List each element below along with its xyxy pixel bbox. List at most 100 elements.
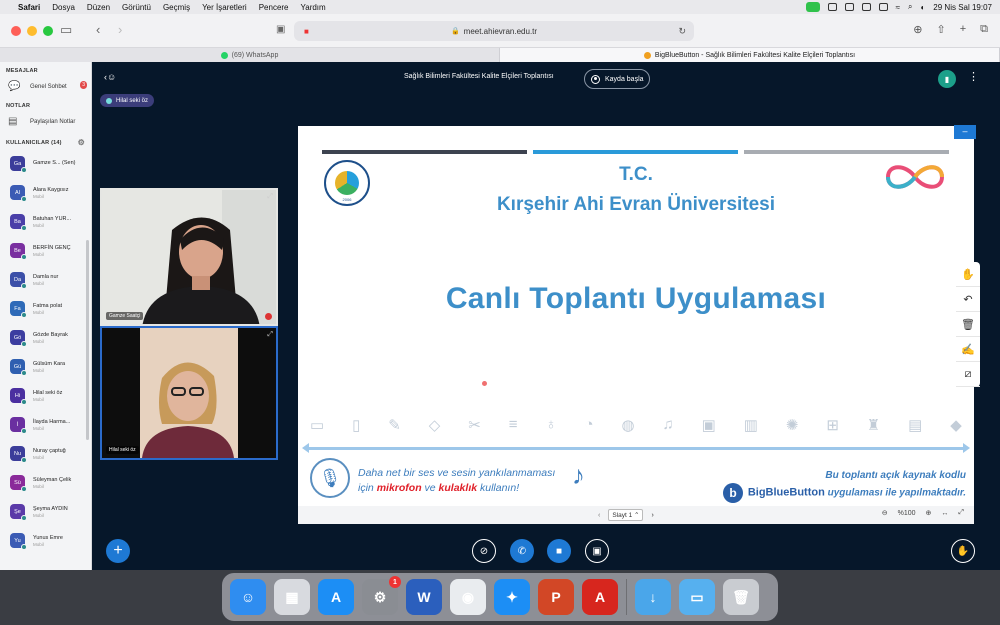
- leave-audio-button[interactable]: ✆: [510, 539, 534, 563]
- avatar: Hi: [10, 388, 27, 405]
- downloads-folder-icon[interactable]: ↓: [635, 579, 671, 615]
- expand-webcam-icon[interactable]: ⤢: [267, 331, 273, 339]
- education-icons-row: ▭ ▯ ✎ ◇ ✂ ≡ ♁ ◔ ◍ ♫ ▣ ▥ ✺ ⊞ ♜ ▤ ◆: [310, 416, 962, 434]
- menu-goruntu[interactable]: Görüntü: [122, 3, 151, 12]
- webcam-tile-hilal[interactable]: ⤢ Hilal seki öz: [100, 326, 278, 460]
- tab-overview-icon[interactable]: ▣: [276, 24, 285, 35]
- facetime-status-icon[interactable]: [805, 2, 820, 12]
- actions-plus-button[interactable]: +: [106, 539, 130, 563]
- whiteboard-toolbar: ✋ ↶ 🗑 ✍ ⧄: [956, 262, 980, 387]
- user-list-item[interactable]: Be BERFİN GENÇ Mobil: [0, 236, 91, 265]
- reload-icon[interactable]: ↻: [678, 26, 686, 37]
- close-window-button[interactable]: [11, 26, 21, 36]
- menu-safari[interactable]: Safari: [18, 3, 40, 12]
- next-slide-icon[interactable]: ›: [651, 512, 653, 519]
- battery-icon[interactable]: [878, 3, 888, 11]
- mute-microphone-button[interactable]: ⊘: [472, 539, 496, 563]
- shared-notes-item[interactable]: ▤ Paylaşılan Notlar: [0, 111, 91, 132]
- address-bar[interactable]: 🔒 meet.ahievran.edu.tr ■ ↻: [294, 21, 694, 41]
- hand-tool-icon[interactable]: ✋: [956, 262, 980, 287]
- zoom-out-icon[interactable]: ⊖: [882, 509, 888, 517]
- camera-in-use-icon[interactable]: ■: [302, 25, 480, 38]
- acrobat-icon[interactable]: A: [582, 579, 618, 615]
- fit-width-icon[interactable]: ↔: [941, 510, 948, 517]
- undo-icon[interactable]: ↶: [956, 287, 980, 312]
- new-tab-icon[interactable]: +: [960, 23, 966, 36]
- powerpoint-icon[interactable]: P: [538, 579, 574, 615]
- gear-icon[interactable]: ⚙: [78, 138, 85, 147]
- raise-hand-button[interactable]: ✋: [951, 539, 975, 563]
- talking-indicator[interactable]: Hilal seki öz: [100, 94, 155, 107]
- zoom-level[interactable]: %100: [898, 510, 916, 517]
- screen-share-button[interactable]: ▣: [585, 539, 609, 563]
- safari-icon[interactable]: ✦: [494, 579, 530, 615]
- user-list-item[interactable]: Nu Nuray çaptuğ Mobil: [0, 439, 91, 468]
- tab-bigbluebutton[interactable]: BigBlueButton - Sağlık Bilimleri Fakülte…: [500, 48, 1000, 62]
- tab-whatsapp[interactable]: (69) WhatsApp: [0, 48, 500, 62]
- zoom-in-icon[interactable]: ⊕: [926, 509, 932, 517]
- zoom-window-button[interactable]: [43, 26, 53, 36]
- device-icon: [21, 254, 27, 260]
- user-list-item[interactable]: Yu Yunus Emre Mobil: [0, 526, 91, 555]
- download-icon[interactable]: ⊕: [913, 23, 922, 36]
- menu-duzen[interactable]: Düzen: [87, 3, 110, 12]
- menubar-datetime[interactable]: 29 Nis Sal 19:07: [933, 3, 992, 12]
- user-list-item[interactable]: Al Alara Kaygısız Mobil: [0, 178, 91, 207]
- presentation-slide[interactable]: 2006 T.C. Kırşehir Ahi Evran Üniversites…: [298, 126, 974, 506]
- multi-user-whiteboard-icon[interactable]: ✍: [956, 337, 980, 362]
- tabs-icon[interactable]: ⧉: [980, 23, 988, 36]
- control-center-icon[interactable]: ◐: [920, 3, 925, 12]
- minimize-presentation-button[interactable]: –: [954, 125, 976, 139]
- menu-pencere[interactable]: Pencere: [259, 3, 289, 12]
- fullscreen-icon[interactable]: ⤢: [958, 509, 964, 517]
- user-list-item[interactable]: İ İlayda Harma... Mobil: [0, 410, 91, 439]
- user-list-item[interactable]: Gü Gülsüm Kara Mobil: [0, 352, 91, 381]
- search-icon[interactable]: ⌕: [908, 2, 912, 12]
- folder-icon[interactable]: ▭: [679, 579, 715, 615]
- user-list-item[interactable]: Ga Gamze S... (Sen): [0, 149, 91, 178]
- extension-icon[interactable]: [861, 3, 871, 11]
- launchpad-icon[interactable]: ▦: [274, 579, 310, 615]
- screen-icon[interactable]: [827, 3, 837, 11]
- display-icon[interactable]: [844, 3, 854, 11]
- user-list-item[interactable]: Hi Hilal seki öz Mobil: [0, 381, 91, 410]
- sidebar-toggle-icon[interactable]: ▭: [60, 22, 72, 38]
- sidebar-scrollbar[interactable]: [86, 240, 89, 440]
- expand-webcam-icon[interactable]: ⤢: [267, 193, 273, 201]
- notification-badge: 1: [389, 576, 401, 588]
- app-store-icon[interactable]: A: [318, 579, 354, 615]
- menu-gecmis[interactable]: Geçmiş: [163, 3, 190, 12]
- menu-dosya[interactable]: Dosya: [52, 3, 75, 12]
- user-info: Fatma polat Mobil: [33, 303, 62, 315]
- forward-icon[interactable]: ›: [118, 22, 122, 37]
- back-icon[interactable]: ‹: [96, 22, 100, 37]
- slide-select[interactable]: Slayt 1 ⌃: [608, 509, 644, 521]
- menu-yer-isaretleri[interactable]: Yer İşaretleri: [202, 3, 247, 12]
- webcam-tile-gamze[interactable]: ⤢ Gamze Saatçi: [100, 188, 278, 326]
- share-webcam-button[interactable]: ■: [547, 539, 571, 563]
- connection-status-icon[interactable]: ▮: [938, 70, 956, 88]
- microphone-icon: 🎙: [310, 458, 350, 498]
- user-list-item[interactable]: Da Damla nur Mobil: [0, 265, 91, 294]
- menu-yardim[interactable]: Yardım: [301, 3, 326, 12]
- chrome-icon[interactable]: ◉: [450, 579, 486, 615]
- users-toggle-icon[interactable]: ‹☺: [104, 72, 116, 82]
- wifi-icon[interactable]: ≈: [896, 3, 900, 12]
- public-chat-item[interactable]: 💬 Genel Sohbet 3: [0, 76, 91, 97]
- trash-icon[interactable]: 🗑: [956, 312, 980, 337]
- word-icon[interactable]: W: [406, 579, 442, 615]
- record-button[interactable]: Kayda başla: [584, 69, 650, 89]
- system-settings-icon[interactable]: ⚙ 1: [362, 576, 401, 615]
- share-icon[interactable]: ⇧: [936, 23, 945, 36]
- user-list-item[interactable]: Ba Batuhan YUR... Mobil: [0, 207, 91, 236]
- trash-icon[interactable]: 🗑: [723, 579, 759, 615]
- previous-slide-icon[interactable]: ‹: [598, 512, 600, 519]
- finder-icon[interactable]: ☺: [230, 579, 266, 615]
- user-list-item[interactable]: Sü Süleyman Çelik Mobil: [0, 468, 91, 497]
- chart-icon[interactable]: ⧄: [956, 362, 980, 387]
- more-options-icon[interactable]: ⋮: [968, 70, 979, 83]
- user-list-item[interactable]: Gö Gözde Bayrak Mobil: [0, 323, 91, 352]
- user-list-item[interactable]: Şe Şeyma AYDIN Mobil: [0, 497, 91, 526]
- user-list-item[interactable]: Fa Fatma polat Mobil: [0, 294, 91, 323]
- minimize-window-button[interactable]: [27, 26, 37, 36]
